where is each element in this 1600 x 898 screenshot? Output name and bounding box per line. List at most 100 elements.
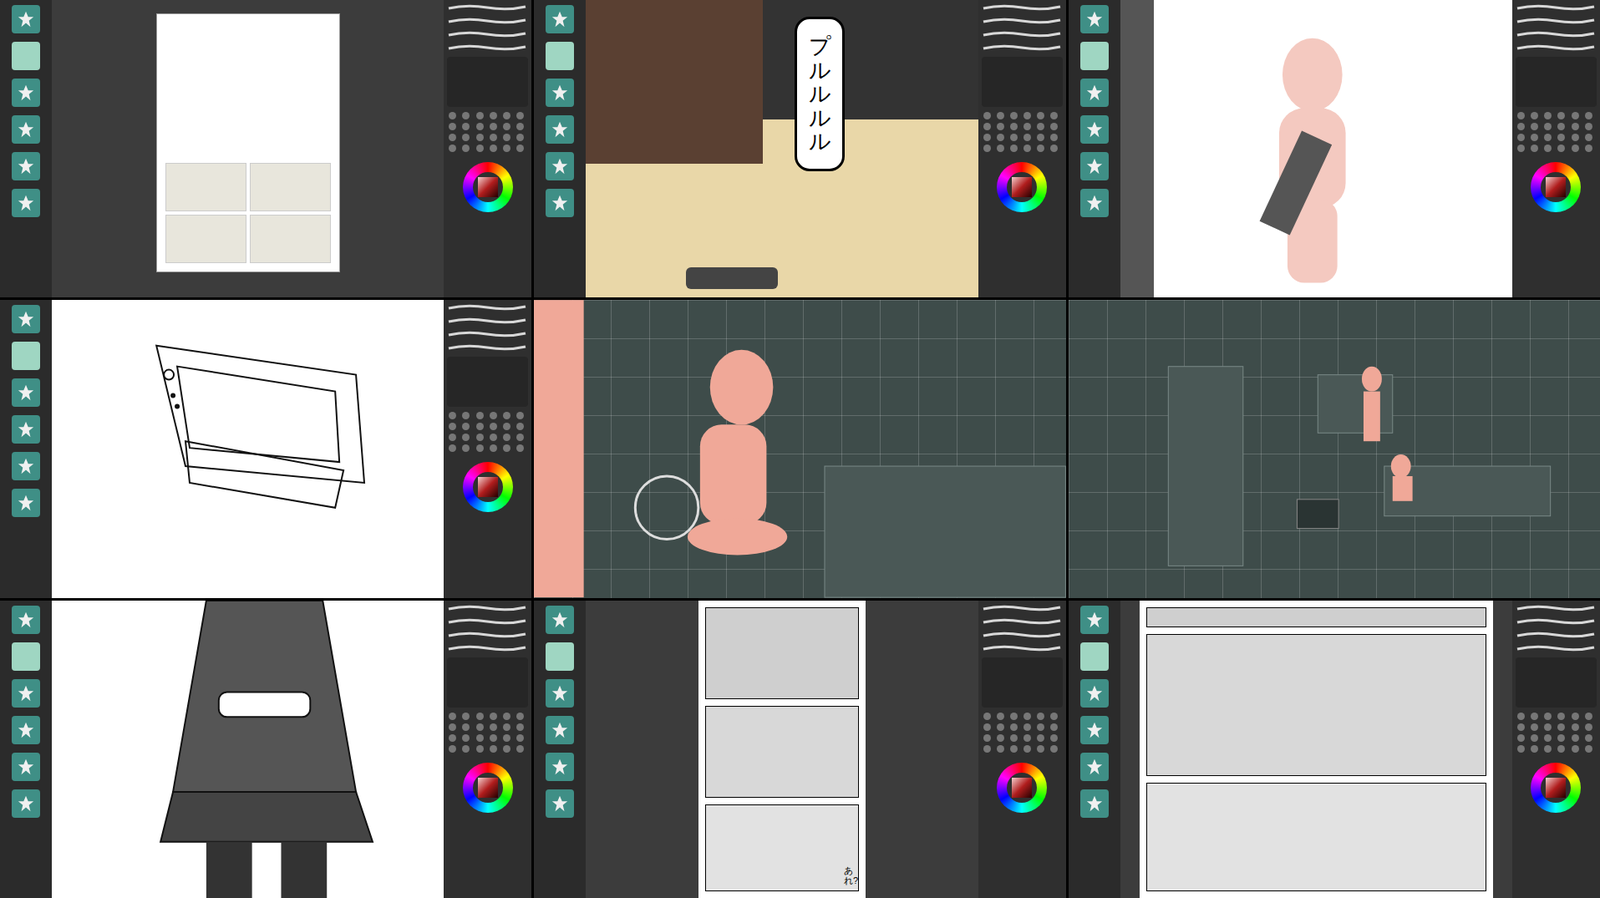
brush-size-dot[interactable] xyxy=(476,433,484,442)
brush-size-dot[interactable] xyxy=(1557,712,1565,721)
material-thumbnail[interactable] xyxy=(1080,78,1109,107)
material-thumbnail[interactable] xyxy=(11,188,41,218)
canvas[interactable] xyxy=(51,600,444,898)
color-wheel[interactable] xyxy=(462,762,514,813)
brush-size-dot[interactable] xyxy=(502,111,511,120)
brush-size-dot[interactable] xyxy=(489,133,498,142)
brush-size-dot[interactable] xyxy=(516,133,524,142)
brush-size-dot[interactable] xyxy=(462,444,470,453)
viewport-3d[interactable] xyxy=(533,299,1066,598)
brush-size-dot[interactable] xyxy=(1544,133,1552,142)
color-square[interactable] xyxy=(1006,772,1037,803)
brush-size-dot[interactable] xyxy=(516,723,524,732)
material-thumbnail[interactable] xyxy=(11,488,41,518)
brush-size-dot[interactable] xyxy=(476,133,484,142)
brush-size-dot[interactable] xyxy=(1023,734,1032,742)
brush-stroke-icon[interactable] xyxy=(1515,617,1596,626)
material-thumbnail[interactable] xyxy=(545,605,574,635)
brush-stroke-icon[interactable] xyxy=(1515,644,1596,653)
brush-size-dot[interactable] xyxy=(448,723,457,732)
brush-size-dot[interactable] xyxy=(462,433,470,442)
brush-size-dot[interactable] xyxy=(1517,712,1525,721)
brush-size-dot[interactable] xyxy=(502,411,511,420)
material-thumbnail[interactable] xyxy=(545,716,574,745)
brush-size-dot[interactable] xyxy=(1557,122,1565,131)
brush-size-dot[interactable] xyxy=(1557,133,1565,142)
material-thumbnail[interactable] xyxy=(11,789,41,818)
brush-size-dot[interactable] xyxy=(1544,122,1552,131)
material-thumbnail[interactable] xyxy=(11,41,41,71)
brush-size-dot[interactable] xyxy=(476,734,484,742)
brush-size-dot[interactable] xyxy=(1517,122,1525,131)
material-thumbnail[interactable] xyxy=(11,415,41,444)
brush-stroke-icon[interactable] xyxy=(981,630,1062,640)
brush-stroke-icon[interactable] xyxy=(981,3,1062,12)
material-thumbnail[interactable] xyxy=(11,752,41,782)
brush-size-dot[interactable] xyxy=(462,411,470,420)
brush-size-dot[interactable] xyxy=(1010,144,1018,153)
brush-size-dot[interactable] xyxy=(1010,111,1018,120)
brush-size-dot[interactable] xyxy=(1557,723,1565,732)
material-thumbnail[interactable] xyxy=(1080,752,1109,782)
brush-size-dot[interactable] xyxy=(1530,723,1539,732)
brush-size-dot[interactable] xyxy=(448,444,457,453)
brush-size-dot[interactable] xyxy=(489,745,498,753)
brush-stroke-icon[interactable] xyxy=(446,16,528,26)
brush-size-dot[interactable] xyxy=(489,111,498,120)
brush-size-dot[interactable] xyxy=(1517,745,1525,753)
brush-size-dot[interactable] xyxy=(1584,734,1593,742)
material-thumbnail[interactable] xyxy=(545,5,574,34)
brush-size-dot[interactable] xyxy=(1036,745,1045,753)
brush-size-dot[interactable] xyxy=(489,411,498,420)
brush-size-dot[interactable] xyxy=(489,122,498,131)
color-square[interactable] xyxy=(1540,172,1571,203)
brush-size-dot[interactable] xyxy=(516,444,524,453)
material-thumbnail[interactable] xyxy=(1080,188,1109,218)
brush-size-dot[interactable] xyxy=(462,745,470,753)
brush-stroke-icon[interactable] xyxy=(446,630,528,640)
brush-size-dot[interactable] xyxy=(1023,122,1032,131)
brush-size-dot[interactable] xyxy=(1050,122,1058,131)
color-square[interactable] xyxy=(1006,172,1037,203)
brush-size-dot[interactable] xyxy=(1557,111,1565,120)
brush-size-dot[interactable] xyxy=(1530,133,1539,142)
material-thumbnail[interactable] xyxy=(11,716,41,745)
brush-size-dot[interactable] xyxy=(1584,723,1593,732)
brush-size-dot[interactable] xyxy=(462,144,470,153)
material-thumbnail[interactable] xyxy=(545,752,574,782)
material-thumbnail[interactable] xyxy=(11,304,41,334)
brush-size-dot[interactable] xyxy=(489,723,498,732)
color-wheel[interactable] xyxy=(996,162,1047,213)
material-thumbnail[interactable] xyxy=(11,341,41,371)
brush-size-dot[interactable] xyxy=(1050,144,1058,153)
color-wheel[interactable] xyxy=(996,762,1047,813)
brush-size-dot[interactable] xyxy=(1050,133,1058,142)
brush-size-dot[interactable] xyxy=(996,734,1005,742)
brush-size-dot[interactable] xyxy=(983,745,991,753)
brush-stroke-icon[interactable] xyxy=(446,604,528,613)
brush-size-dot[interactable] xyxy=(1010,734,1018,742)
brush-size-dot[interactable] xyxy=(462,712,470,721)
brush-size-dot[interactable] xyxy=(1530,745,1539,753)
brush-size-dot[interactable] xyxy=(983,723,991,732)
brush-size-dot[interactable] xyxy=(1023,712,1032,721)
material-thumbnail[interactable] xyxy=(1080,605,1109,635)
brush-size-dot[interactable] xyxy=(1530,712,1539,721)
brush-size-dot[interactable] xyxy=(1571,111,1580,120)
brush-size-dot[interactable] xyxy=(1584,111,1593,120)
brush-stroke-icon[interactable] xyxy=(1515,3,1596,12)
brush-size-dot[interactable] xyxy=(476,122,484,131)
brush-size-dot[interactable] xyxy=(1530,144,1539,153)
brush-size-dot[interactable] xyxy=(516,144,524,153)
brush-size-dot[interactable] xyxy=(476,422,484,431)
brush-size-dot[interactable] xyxy=(1517,144,1525,153)
material-thumbnail[interactable] xyxy=(11,378,41,407)
brush-size-dot[interactable] xyxy=(996,122,1005,131)
brush-stroke-icon[interactable] xyxy=(1515,30,1596,39)
canvas[interactable] xyxy=(51,0,444,298)
brush-size-dot[interactable] xyxy=(502,444,511,453)
brush-size-dot[interactable] xyxy=(1050,712,1058,721)
brush-size-dot[interactable] xyxy=(1571,122,1580,131)
material-thumbnail[interactable] xyxy=(11,679,41,708)
brush-stroke-icon[interactable] xyxy=(981,16,1062,26)
